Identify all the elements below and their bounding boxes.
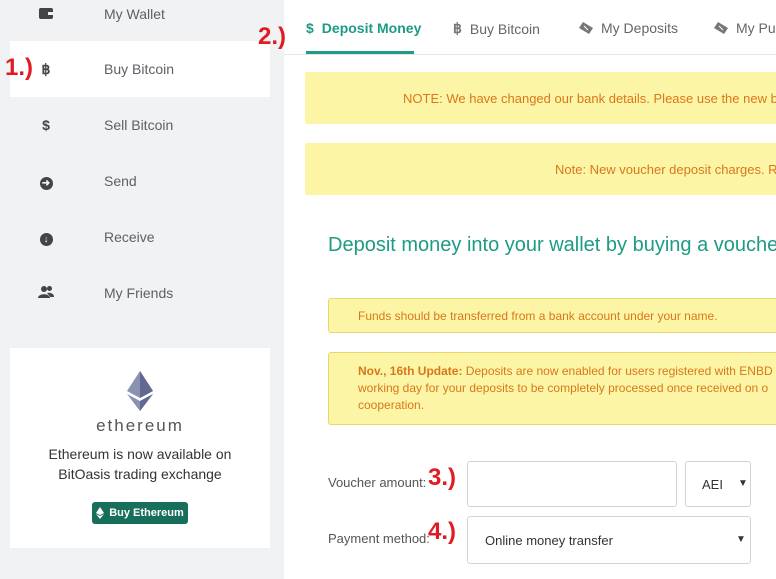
sidebar-item-my-wallet[interactable]: My Wallet — [10, 0, 270, 42]
tab-label: My Deposits — [601, 20, 679, 36]
tab-my-purchases[interactable]: My Pu — [714, 20, 776, 36]
sidebar-item-sell-bitcoin[interactable]: $ Sell Bitcoin — [10, 97, 270, 153]
warning-update: Nov., 16th Update: Deposits are now enab… — [328, 352, 776, 425]
arrow-down-circle-icon: ↓ — [38, 229, 54, 246]
sidebar-item-label: My Friends — [104, 285, 174, 301]
warning-funds: Funds should be transferred from a bank … — [328, 298, 776, 333]
sidebar-item-send[interactable]: ➜ Send — [10, 153, 270, 209]
tab-label: Deposit Money — [321, 20, 422, 36]
tab-deposit-money[interactable]: $ Deposit Money — [306, 20, 421, 36]
notice-text: Note: New voucher deposit charges. Rea — [555, 161, 776, 177]
ticket-icon — [714, 22, 728, 34]
annotation-1: 1.) — [5, 54, 34, 81]
sidebar-item-receive[interactable]: ↓ Receive — [10, 209, 270, 265]
ethereum-icon — [96, 507, 105, 519]
sidebar-item-label: My Wallet — [104, 6, 165, 22]
sidebar: My Wallet ฿ Buy Bitcoin $ Sell Bitcoin ➜… — [0, 0, 284, 579]
buy-ethereum-button[interactable]: Buy Ethereum — [92, 502, 188, 524]
ethereum-promo-card: ethereum Ethereum is now available on Bi… — [10, 348, 270, 548]
payment-method-select[interactable]: Online money transfer ▼ — [467, 516, 751, 564]
buy-ethereum-label: Buy Ethereum — [109, 507, 184, 519]
ethereum-wordmark: ethereum — [96, 416, 184, 435]
dollar-icon: $ — [42, 117, 50, 133]
bitcoin-icon: ฿ — [453, 20, 462, 36]
ticket-icon — [579, 22, 593, 34]
tab-buy-bitcoin[interactable]: ฿ Buy Bitcoin — [453, 20, 540, 37]
update-text: Nov., 16th Update: Deposits are now enab… — [358, 364, 773, 412]
wallet-icon — [38, 6, 54, 23]
notice-text: NOTE: We have changed our bank details. … — [403, 90, 776, 106]
sidebar-item-label: Receive — [104, 229, 155, 245]
payment-method-value: Online money transfer — [485, 533, 613, 548]
arrow-right-circle-icon: ➜ — [38, 173, 54, 190]
sidebar-item-label: Buy Bitcoin — [104, 61, 175, 77]
active-tab-indicator — [306, 51, 414, 54]
ethereum-promo-text: Ethereum is now available on BitOasis tr… — [48, 446, 232, 482]
notice-voucher-charges: Note: New voucher deposit charges. Rea — [305, 143, 776, 195]
currency-value: AEI — [702, 477, 723, 492]
tab-label: Buy Bitcoin — [469, 20, 540, 37]
page-title: Deposit money into your wallet by buying… — [328, 234, 776, 256]
update-title: Nov., 16th Update: — [358, 364, 463, 378]
annotation-3: 3.) — [428, 464, 457, 491]
annotation-4: 4.) — [428, 518, 457, 545]
sidebar-item-my-friends[interactable]: My Friends — [10, 265, 270, 321]
tab-label: My Pu — [736, 20, 776, 36]
voucher-amount-label: Voucher amount: — [328, 475, 427, 490]
sidebar-item-label: Sell Bitcoin — [104, 117, 174, 133]
annotation-2: 2.) — [258, 23, 287, 50]
warning-text: Funds should be transferred from a bank … — [358, 309, 718, 323]
payment-method-label: Payment method: — [328, 531, 430, 546]
chevron-down-icon: ▼ — [738, 478, 748, 489]
tab-my-deposits[interactable]: My Deposits — [579, 20, 678, 36]
currency-select[interactable]: AEI ▼ — [685, 461, 751, 507]
notice-bank-details: NOTE: We have changed our bank details. … — [305, 72, 776, 124]
voucher-amount-input[interactable] — [467, 461, 677, 507]
bitcoin-icon: ฿ — [41, 60, 51, 77]
ethereum-logo-icon — [127, 371, 153, 411]
sidebar-item-buy-bitcoin[interactable]: ฿ Buy Bitcoin — [10, 41, 270, 97]
users-icon — [38, 285, 54, 301]
dollar-icon: $ — [306, 20, 314, 36]
sidebar-item-label: Send — [104, 173, 137, 189]
chevron-down-icon: ▼ — [736, 534, 746, 545]
